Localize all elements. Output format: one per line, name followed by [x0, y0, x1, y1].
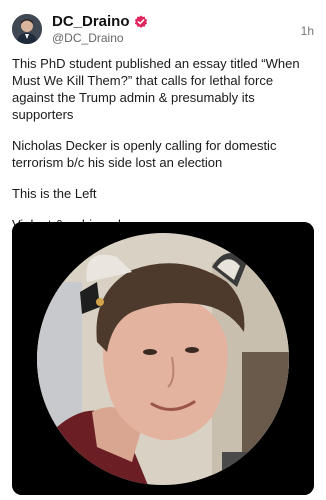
post-body: This PhD student published an essay titl…: [12, 55, 318, 247]
profile-photo-image: [12, 222, 314, 495]
post-paragraph: Nicholas Decker is openly calling for do…: [12, 138, 277, 170]
verified-badge-icon: [134, 15, 148, 29]
author-handle[interactable]: @DC_Draino: [52, 31, 148, 45]
post-card[interactable]: DC_Draino @DC_Draino 1h This PhD student…: [0, 0, 326, 500]
author-avatar[interactable]: [12, 14, 42, 44]
author-info: DC_Draino @DC_Draino: [52, 13, 148, 45]
post-timestamp[interactable]: 1h: [301, 24, 314, 38]
post-paragraph: This PhD student published an essay titl…: [12, 56, 300, 122]
avatar-image: [12, 14, 42, 44]
author-display-name[interactable]: DC_Draino: [52, 13, 130, 30]
post-paragraph: This is the Left: [12, 186, 97, 201]
post-media[interactable]: [12, 222, 314, 495]
